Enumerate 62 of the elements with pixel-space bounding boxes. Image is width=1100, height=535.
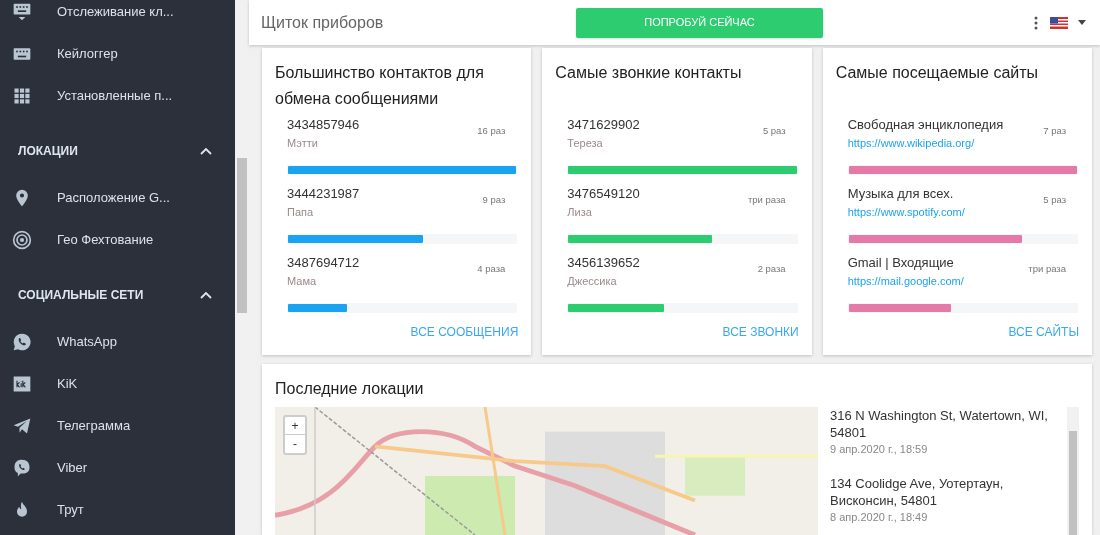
phone-number: 3471629902	[567, 116, 640, 134]
contact-name: Лиза	[567, 205, 593, 220]
sidebar-item[interactable]: Трут	[57, 500, 84, 520]
chevron-up-icon[interactable]	[199, 146, 213, 156]
grid-icon	[12, 86, 32, 106]
count-label: три раза	[747, 193, 787, 207]
section-title: Последние локации	[275, 379, 425, 399]
location-address: 134 Coolidge Ave, Уотертаун, Висконсин, 54801	[830, 475, 1005, 509]
target-icon	[12, 230, 32, 250]
site-title: Gmail | Входящие	[847, 254, 955, 272]
count-label: 7 раз	[1043, 124, 1067, 138]
phone-number: 3456139652	[567, 254, 640, 272]
scrollbar[interactable]	[1067, 407, 1079, 535]
more-options-icon[interactable]	[1034, 15, 1038, 30]
zoom-out-button[interactable]: -	[285, 435, 305, 453]
phone-number: 3444231987	[287, 185, 360, 203]
location-date: 9 апр.2020 г., 18:59	[830, 442, 929, 457]
scrollbar-thumb[interactable]	[1069, 431, 1077, 535]
phone-bubble-icon	[12, 458, 32, 478]
zoom-in-button[interactable]: +	[285, 417, 305, 435]
count-label: 5 раз	[762, 124, 787, 138]
sidebar-item[interactable]: WhatsApp	[57, 332, 117, 352]
paper-plane-icon	[12, 416, 32, 436]
card-title: Самые звонкие контакты	[555, 63, 743, 83]
card-title: Большинство контактов для обмена сообщениями	[275, 63, 485, 109]
section-heading: ЛОКАЦИИ	[18, 143, 78, 160]
page-title: Щиток приборов	[261, 12, 385, 33]
location-address: 316 N Washington St, Watertown, WI, 54801	[830, 407, 1049, 441]
sidebar-item[interactable]: Гео Фехтование	[57, 230, 154, 250]
contact-name: Папа	[287, 205, 315, 220]
count-label: 9 раз	[482, 193, 507, 207]
section-heading: СОЦИАЛЬНЫЕ СЕТИ	[18, 287, 144, 304]
chevron-up-icon[interactable]	[199, 290, 213, 300]
site-title: Свободная энциклопедия	[847, 116, 1004, 134]
map[interactable]: + -	[275, 407, 818, 535]
sidebar-item[interactable]: KiK	[57, 374, 78, 394]
chat-phone-icon	[12, 332, 32, 352]
location-date: 8 апр.2020 г., 18:49	[830, 510, 929, 525]
phone-number: 3434857946	[287, 116, 360, 134]
dropdown-caret-icon[interactable]	[1078, 20, 1086, 25]
sidebar-item[interactable]: Отслеживание кл...	[57, 2, 174, 22]
count-label: три раза	[1028, 262, 1067, 276]
contact-name: Мама	[287, 274, 318, 289]
sidebar-item[interactable]: Телеграмма	[57, 416, 131, 436]
sidebar-item[interactable]: Расположение G...	[57, 188, 170, 208]
phone-number: 3487694712	[287, 254, 360, 272]
site-title: Музыка для всех.	[847, 185, 955, 203]
count-label: 5 раз	[1043, 193, 1067, 207]
scrollbar-thumb[interactable]	[237, 158, 247, 313]
contact-name: Тереза	[567, 136, 604, 151]
count-label: 2 раза	[757, 262, 787, 276]
contact-name: Мэтти	[287, 136, 319, 151]
sidebar-item[interactable]: Установленные п...	[57, 86, 173, 106]
contact-name: Джессика	[567, 274, 618, 289]
card-title: Самые посещаемые сайты	[835, 63, 1040, 83]
sidebar-item[interactable]: Viber	[57, 458, 88, 478]
flag-icon[interactable]	[1050, 16, 1068, 29]
kik-icon	[12, 374, 32, 394]
count-label: 4 раза	[477, 262, 507, 276]
count-label: 16 раз	[477, 124, 507, 138]
sidebar-item[interactable]: Кейлоггер	[57, 44, 118, 64]
phone-number: 3476549120	[567, 185, 640, 203]
